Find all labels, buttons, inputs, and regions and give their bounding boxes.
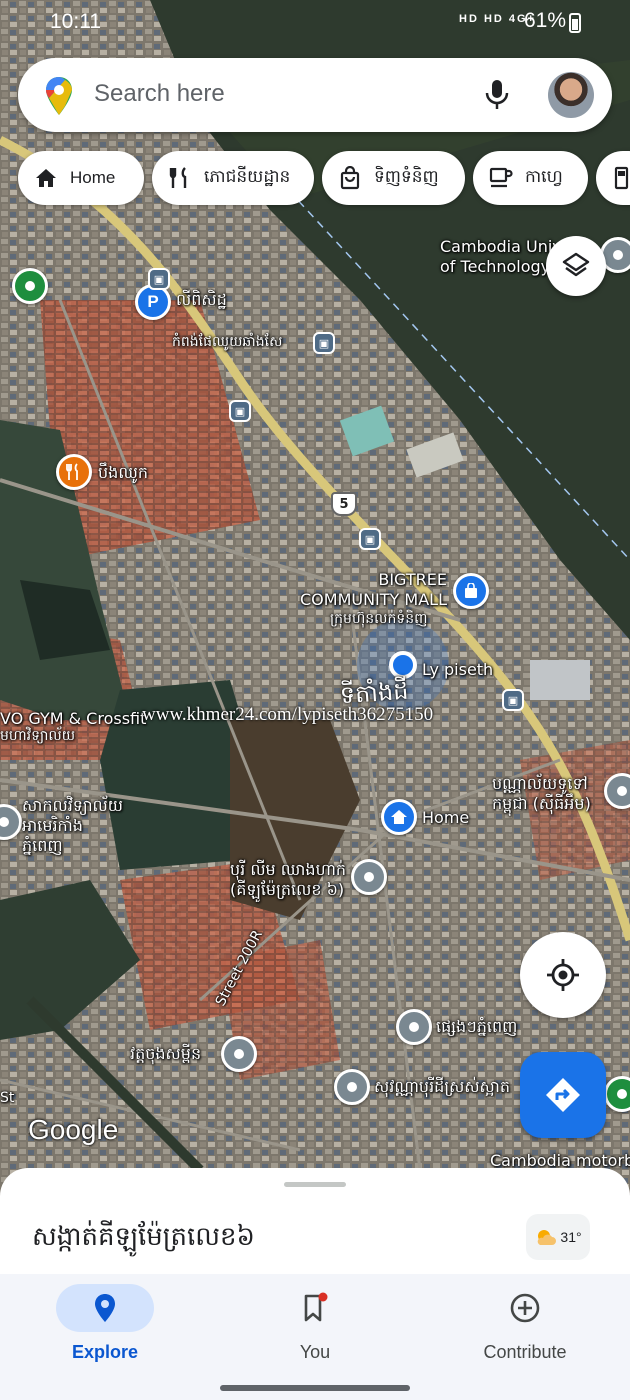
nav-label: You <box>299 1342 331 1362</box>
chip-coffee[interactable]: កាហ្វេ <box>473 151 588 205</box>
home-pin-icon[interactable] <box>381 799 417 835</box>
green-place-pin-icon[interactable] <box>12 268 48 304</box>
label-bigtree-mall[interactable]: BIGTREE COMMUNITY MALL <box>300 570 447 610</box>
place-pin-icon[interactable] <box>396 1009 432 1045</box>
explore-pin-icon <box>95 1294 115 1322</box>
nav-label: Contribute <box>483 1342 567 1362</box>
restaurant-icon <box>166 164 194 192</box>
battery-icon <box>569 13 581 33</box>
shopping-pin-icon[interactable] <box>453 573 489 609</box>
chip-restaurants[interactable]: ភោជនីយដ្ឋាន <box>152 151 314 205</box>
label-shop[interactable]: សុវណ្ណាបុរីដីស្រស់ស្អាត <box>374 1077 510 1097</box>
bus-stop-icon[interactable]: ▣ <box>359 528 381 550</box>
temple-pin-icon[interactable] <box>221 1036 257 1072</box>
label-temple[interactable]: វត្តចុងសម្ពីន <box>130 1044 201 1064</box>
maps-pin-logo-icon <box>46 77 72 115</box>
status-time: 10:11 <box>50 10 101 33</box>
label-library[interactable]: បណ្ណាល័យទូទៅ កម្ពុជា (ស៊ីធីអឹម) <box>492 774 591 814</box>
bottom-sheet[interactable]: សង្កាត់គីឡូម៉ែត្រលេខ៦ 31° <box>0 1168 630 1278</box>
nav-contribute[interactable]: Contribute <box>455 1284 595 1374</box>
watermark: www.khmer24.com/lypiseth36275150 <box>142 704 434 725</box>
label-cambodia-university[interactable]: Cambodia Univ of Technology <box>440 237 562 277</box>
label-market[interactable]: ផ្សេងៗភ្នំពេញ <box>436 1017 517 1037</box>
search-input[interactable]: Search here <box>94 80 225 108</box>
label-street-left: St <box>0 1090 15 1106</box>
plus-circle-icon <box>510 1293 540 1323</box>
shopping-bag-icon <box>336 164 364 192</box>
label-gym[interactable]: VO GYM & Crossfit <box>0 709 146 729</box>
chip-label: កាហ្វេ <box>525 166 563 186</box>
partly-sunny-icon <box>538 1230 557 1245</box>
chip-label: ភោជនីយដ្ឋាន <box>204 166 291 186</box>
label-american-university[interactable]: សាកលវិទ្យាល័យ អាមេរិកាំង ភ្នំពេញ <box>22 796 123 856</box>
chip-shopping[interactable]: ទិញទំនិញ <box>322 151 465 205</box>
battery-percent: 61% <box>524 9 567 32</box>
label-bigtree-sub: ក្រុមហ៊ុនលក់ទំនិញ <box>330 611 428 627</box>
place-pin-icon[interactable] <box>334 1069 370 1105</box>
chip-label: Home <box>70 168 116 187</box>
directions-button[interactable] <box>520 1052 606 1138</box>
google-logo: Google <box>28 1114 119 1145</box>
coffee-icon <box>487 164 515 192</box>
nav-label: Explore <box>71 1342 139 1362</box>
layers-button[interactable] <box>546 236 606 296</box>
label-parking[interactable]: លីពិសិដ្ឋ <box>176 290 227 310</box>
nav-you[interactable]: You <box>245 1284 385 1374</box>
bus-stop-icon[interactable]: ▣ <box>229 400 251 422</box>
search-bar[interactable]: Search here <box>18 58 612 132</box>
label-restaurant[interactable]: បឹងឈូក <box>98 463 148 483</box>
bus-stop-icon[interactable]: ▣ <box>148 268 170 290</box>
bookmark-icon <box>304 1292 328 1322</box>
sheet-drag-handle[interactable] <box>284 1182 346 1187</box>
avatar[interactable] <box>548 72 594 118</box>
my-location-icon <box>547 959 579 991</box>
weather-chip[interactable]: 31° <box>526 1214 590 1260</box>
home-icon <box>32 164 60 192</box>
label-user-location[interactable]: Ly piseth <box>422 660 493 680</box>
bus-stop-icon[interactable]: ▣ <box>502 689 524 711</box>
bottom-navigation: Explore You Contribute <box>0 1274 630 1400</box>
gesture-bar[interactable] <box>220 1385 410 1391</box>
boat-stop-icon[interactable]: ▣ <box>313 332 335 354</box>
my-location-button[interactable] <box>520 932 606 1018</box>
layers-icon <box>562 252 590 277</box>
temperature: 31° <box>560 1229 582 1245</box>
status-bar: 10:11 HD HD 4G+ 61% <box>0 0 630 46</box>
road-shield: 5 <box>331 492 357 516</box>
microphone-icon[interactable] <box>484 78 510 112</box>
label-gym-sub: មហាវិទ្យាល័យ <box>0 728 76 744</box>
restaurant-pin-icon[interactable] <box>56 454 92 490</box>
nav-explore[interactable]: Explore <box>35 1284 175 1374</box>
place-pin-icon[interactable] <box>351 859 387 895</box>
label-borey[interactable]: បុរី លីម ឈាងហាក់ (គីឡូម៉ែត្រលេខ ៦) <box>230 860 346 900</box>
chip-label: ទិញទំនិញ <box>374 166 439 186</box>
chip-home[interactable]: Home <box>18 151 144 205</box>
directions-icon <box>546 1078 580 1112</box>
label-home[interactable]: Home <box>422 808 469 828</box>
place-name: សង្កាត់គីឡូម៉ែត្រលេខ៦ <box>32 1222 255 1252</box>
gas-station-icon <box>610 164 630 192</box>
label-port[interactable]: កំពង់ផែឈូយឆាំងសែ <box>172 334 282 351</box>
